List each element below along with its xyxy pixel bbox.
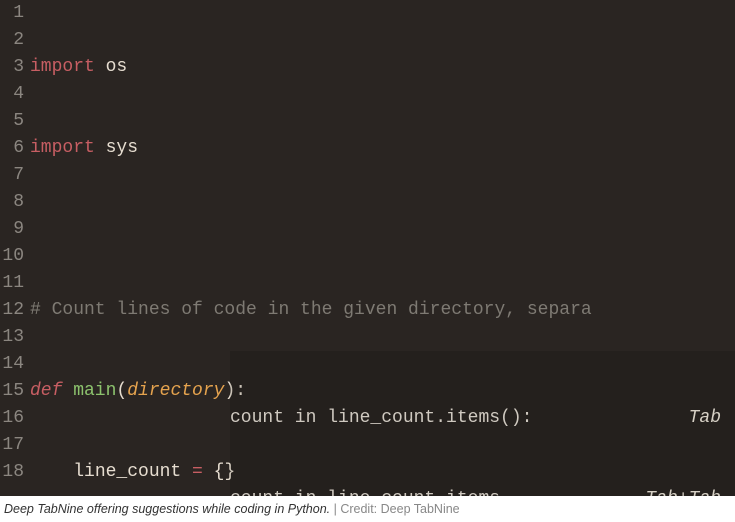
line-number: 18 (0, 459, 24, 486)
line-number: 16 (0, 405, 24, 432)
comment: # Count lines of code in the given direc… (30, 300, 592, 320)
image-caption: Deep TabNine offering suggestions while … (0, 496, 735, 522)
autocomplete-item[interactable]: count in line_count.items(): Tab (230, 405, 735, 432)
line-number: 17 (0, 432, 24, 459)
line-number: 8 (0, 189, 24, 216)
autocomplete-item[interactable]: count in line_count.items Tab+Tab (230, 486, 735, 496)
code-line[interactable]: import sys (30, 135, 735, 162)
line-number: 10 (0, 243, 24, 270)
code-line[interactable]: # Count lines of code in the given direc… (30, 297, 735, 324)
line-number: 1 (0, 0, 24, 27)
line-number: 4 (0, 81, 24, 108)
module-name: sys (95, 138, 138, 158)
line-number: 6 (0, 135, 24, 162)
caption-credit: Credit: Deep TabNine (340, 502, 459, 516)
module-name: os (95, 57, 127, 77)
operator: = (192, 462, 203, 482)
code-line[interactable]: import os (30, 54, 735, 81)
suggestion-shortcut: Tab+Tab (645, 486, 721, 496)
suggestion-text: count in line_count.items(): (230, 405, 532, 432)
parameter: directory (127, 381, 224, 401)
line-number: 13 (0, 324, 24, 351)
line-number: 12 (0, 297, 24, 324)
keyword-def: def (30, 381, 62, 401)
line-number-gutter: 1 2 3 4 5 6 7 8 9 10 11 12 13 14 15 16 1… (0, 0, 30, 496)
line-number: 14 (0, 351, 24, 378)
line-number: 3 (0, 54, 24, 81)
code-line[interactable] (30, 216, 735, 243)
line-number: 15 (0, 378, 24, 405)
caption-separator: | (330, 502, 340, 516)
line-number: 5 (0, 108, 24, 135)
line-number: 11 (0, 270, 24, 297)
suggestion-text: count in line_count.items (230, 486, 500, 496)
autocomplete-popup[interactable]: count in line_count.items(): Tab count i… (230, 351, 735, 496)
code-editor[interactable]: 1 2 3 4 5 6 7 8 9 10 11 12 13 14 15 16 1… (0, 0, 735, 496)
keyword-import: import (30, 57, 95, 77)
code-area[interactable]: import os import sys # Count lines of co… (30, 0, 735, 496)
caption-description: Deep TabNine offering suggestions while … (4, 502, 330, 516)
suggestion-shortcut: Tab (689, 405, 721, 432)
line-number: 7 (0, 162, 24, 189)
keyword-import: import (30, 138, 95, 158)
line-number: 9 (0, 216, 24, 243)
function-name: main (62, 381, 116, 401)
line-number: 2 (0, 27, 24, 54)
